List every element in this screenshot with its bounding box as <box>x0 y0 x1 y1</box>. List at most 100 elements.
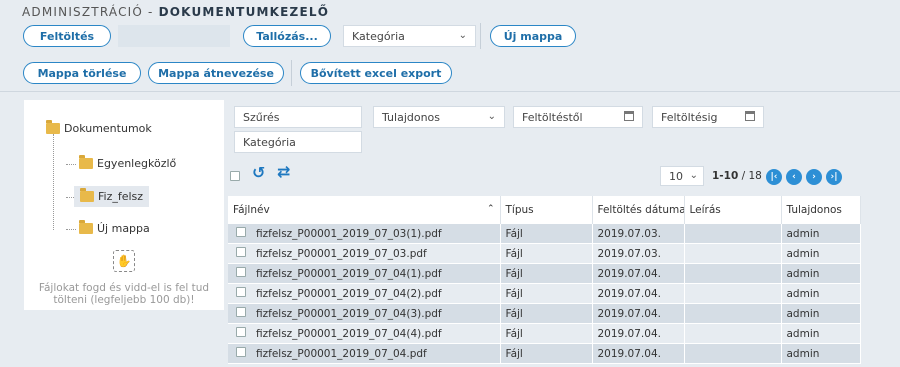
row-checkbox[interactable] <box>236 347 246 357</box>
tree-node-egyenlegkozlo[interactable]: Egyenlegközlő <box>79 155 177 170</box>
refresh-icon[interactable]: ↺ <box>252 163 265 182</box>
column-header-filename[interactable]: Fájlnév ⌃ <box>228 196 501 224</box>
chevron-down-icon: ⌄ <box>487 111 496 122</box>
column-header-owner[interactable]: Tulajdonos <box>781 196 861 224</box>
delete-folder-button[interactable]: Mappa törlése <box>23 62 141 84</box>
category-select-value: Kategória <box>352 29 405 43</box>
file-name[interactable]: fizfelsz_P00001_2019_07_03(1).pdf <box>256 228 442 240</box>
table-cell-owner: admin <box>781 323 861 344</box>
breadcrumb: ADMINISZTRÁCIÓ - DOKUMENTUMKEZELŐ <box>22 5 329 19</box>
row-checkbox[interactable] <box>236 227 246 237</box>
table-cell-type: Fájl <box>500 243 593 264</box>
table-row[interactable]: fizfelsz_P00001_2019_07_03.pdf Fájl 2019.0… <box>228 243 861 264</box>
tree-node-label: Dokumentumok <box>64 122 152 135</box>
file-name[interactable]: fizfelsz_P00001_2019_07_03.pdf <box>256 248 427 260</box>
table-cell-date: 2019.07.03. <box>592 243 685 264</box>
search-filter-input[interactable]: Szűrés <box>234 106 362 128</box>
tree-node-root[interactable]: Dokumentumok <box>46 120 152 135</box>
row-checkbox[interactable] <box>236 247 246 257</box>
tree-node-uj-mappa[interactable]: Új mappa <box>79 220 150 235</box>
column-header-type[interactable]: Típus <box>500 196 593 224</box>
next-page-icon[interactable]: › <box>806 169 822 185</box>
prev-page-icon[interactable]: ‹ <box>786 169 802 185</box>
file-name[interactable]: fizfelsz_P00001_2019_07_04(2).pdf <box>256 288 442 300</box>
table-cell-owner: admin <box>781 263 861 284</box>
table-row[interactable]: fizfelsz_P00001_2019_07_04(3).pdf Fájl 201… <box>228 303 861 324</box>
table-row[interactable]: fizfelsz_P00001_2019_07_04(4).pdf Fájl 201… <box>228 323 861 344</box>
table-cell-desc <box>684 224 782 244</box>
drag-drop-icon[interactable]: ✋ <box>113 250 135 272</box>
table-cell-desc <box>684 283 782 304</box>
folder-icon <box>80 188 94 202</box>
drop-hint: Fájlokat fogd és vidd-el is fel tud tölt… <box>38 282 210 306</box>
date-from-input[interactable]: Feltöltéstől <box>513 106 643 128</box>
chevron-down-icon: ⌄ <box>458 30 467 41</box>
sort-asc-icon[interactable]: ⌃ <box>487 204 495 214</box>
rename-folder-button[interactable]: Mappa átnevezése <box>148 62 284 84</box>
page-title: DOKUMENTUMKEZELŐ <box>158 5 330 19</box>
excel-export-button[interactable]: Bővített excel export <box>300 62 452 84</box>
date-to-placeholder: Feltöltésig <box>661 110 718 124</box>
swap-icon[interactable]: ⇄ <box>277 162 290 181</box>
tree-node-label: Fiz_felsz <box>98 190 144 203</box>
table-cell-date: 2019.07.04. <box>592 323 685 344</box>
page-size-select[interactable]: 10 ⌄ <box>660 166 704 186</box>
page-size-value: 10 <box>669 169 683 183</box>
pagination-total: / 18 <box>741 170 762 182</box>
date-from-placeholder: Feltöltéstől <box>522 110 583 124</box>
table-cell-desc <box>684 303 782 324</box>
file-name[interactable]: fizfelsz_P00001_2019_07_04(4).pdf <box>256 328 442 340</box>
tree-connector-h <box>66 164 76 165</box>
owner-select[interactable]: Tulajdonos ⌄ <box>373 106 505 128</box>
table-cell-desc <box>684 263 782 284</box>
table-row[interactable]: fizfelsz_P00001_2019_07_04(1).pdf Fájl 201… <box>228 263 861 284</box>
upload-button[interactable]: Feltöltés <box>23 25 111 47</box>
folder-tree: Dokumentumok Egyenlegközlő Fiz_felsz Új … <box>24 100 224 310</box>
row-checkbox[interactable] <box>236 287 246 297</box>
file-table: Fájlnév ⌃ Típus Feltöltés dátuma Leírás T… <box>228 196 861 364</box>
row-checkbox[interactable] <box>236 307 246 317</box>
breadcrumb-parent[interactable]: ADMINISZTRÁCIÓ - <box>22 5 154 19</box>
file-name[interactable]: fizfelsz_P00001_2019_07_04.pdf <box>256 348 427 360</box>
calendar-icon[interactable] <box>624 111 634 121</box>
table-cell-owner: admin <box>781 283 861 304</box>
table-cell-owner: admin <box>781 224 861 244</box>
new-folder-button[interactable]: Új mappa <box>490 25 576 47</box>
file-name[interactable]: fizfelsz_P00001_2019_07_04(1).pdf <box>256 268 442 280</box>
toolbar-divider-2 <box>291 60 292 86</box>
toolbar-divider <box>480 23 481 49</box>
tree-connector <box>53 134 54 230</box>
table-row[interactable]: fizfelsz_P00001_2019_07_03(1).pdf Fájl 201… <box>228 224 861 244</box>
table-cell-type: Fájl <box>500 283 593 304</box>
browse-button[interactable]: Tallózás... <box>243 25 331 47</box>
table-cell-name: fizfelsz_P00001_2019_07_04(2).pdf <box>228 283 501 304</box>
pagination-range: 1-10 <box>712 170 739 182</box>
first-page-icon[interactable]: |‹ <box>766 169 782 185</box>
date-to-input[interactable]: Feltöltésig <box>652 106 764 128</box>
tree-node-label: Egyenlegközlő <box>97 157 177 170</box>
table-cell-type: Fájl <box>500 224 593 244</box>
folder-icon <box>79 155 93 169</box>
tree-node-fiz-felsz[interactable]: Fiz_felsz <box>74 186 150 207</box>
table-cell-date: 2019.07.04. <box>592 303 685 324</box>
folder-icon <box>79 220 93 234</box>
table-cell-name: fizfelsz_P00001_2019_07_04(1).pdf <box>228 263 501 284</box>
table-cell-date: 2019.07.04. <box>592 283 685 304</box>
file-name[interactable]: fizfelsz_P00001_2019_07_04(3).pdf <box>256 308 442 320</box>
select-all-checkbox[interactable] <box>230 171 240 181</box>
column-header-date[interactable]: Feltöltés dátuma <box>592 196 685 224</box>
row-checkbox[interactable] <box>236 267 246 277</box>
header-divider <box>0 91 900 92</box>
category-select[interactable]: Kategória ⌄ <box>343 25 476 47</box>
column-header-description[interactable]: Leírás <box>684 196 782 224</box>
table-row[interactable]: fizfelsz_P00001_2019_07_04(2).pdf Fájl 201… <box>228 283 861 304</box>
calendar-icon[interactable] <box>745 111 755 121</box>
table-row[interactable]: fizfelsz_P00001_2019_07_04.pdf Fájl 2019.0… <box>228 343 861 364</box>
table-cell-name: fizfelsz_P00001_2019_07_04(4).pdf <box>228 323 501 344</box>
chevron-down-icon: ⌄ <box>689 170 698 181</box>
tree-node-label: Új mappa <box>97 222 150 235</box>
category-filter-input[interactable]: Kategória <box>234 131 362 153</box>
last-page-icon[interactable]: ›| <box>826 169 842 185</box>
row-checkbox[interactable] <box>236 327 246 337</box>
table-cell-date: 2019.07.04. <box>592 263 685 284</box>
